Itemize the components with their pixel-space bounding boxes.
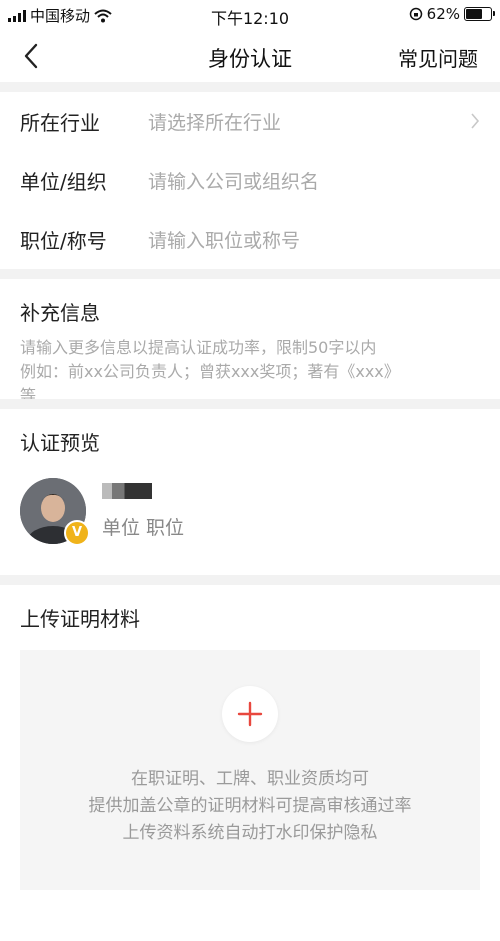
supplement-hint-line1: 请输入更多信息以提高认证成功率，限制50字以内 [20, 338, 377, 357]
status-bar: 中国移动 下午12:10 62% [0, 0, 500, 30]
organization-input[interactable]: 请输入公司或组织名 [148, 167, 319, 194]
position-label: 职位/称号 [20, 229, 107, 253]
faq-link[interactable]: 常见问题 [398, 43, 478, 72]
preview-title: 认证预览 [20, 431, 100, 455]
supplement-section: 补充信息 请输入更多信息以提高认证成功率，限制50字以内 例如：前xx公司负责人… [0, 279, 500, 399]
position-input[interactable]: 请输入职位或称号 [148, 226, 300, 253]
status-right: 62% [409, 5, 495, 23]
industry-select[interactable]: 请选择所在行业 [148, 108, 281, 135]
plus-icon [237, 701, 263, 727]
name-redacted [102, 482, 152, 499]
upload-title: 上传证明材料 [20, 607, 140, 631]
form-card: 所在行业 请选择所在行业 单位/组织 请输入公司或组织名 职位/称号 请输入职位… [0, 92, 500, 269]
supplement-hint-line3: 等 [20, 386, 37, 399]
battery-percent: 62% [426, 5, 460, 23]
rotation-lock-icon [409, 7, 422, 21]
upload-tip-2: 提供加盖公章的证明材料可提高审核通过率 [88, 796, 412, 816]
avatar: V [20, 478, 90, 546]
organization-label: 单位/组织 [20, 170, 107, 194]
industry-label: 所在行业 [20, 111, 100, 135]
verified-badge-icon: V [64, 520, 90, 546]
supplement-hint-line2: 例如：前xx公司负责人；曾获xxx奖项；著有《xxx》 [20, 362, 400, 381]
supplement-textarea[interactable]: 请输入更多信息以提高认证成功率，限制50字以内 例如：前xx公司负责人；曾获xx… [20, 336, 480, 399]
nav-bar: 身份认证 常见问题 [0, 30, 500, 82]
upload-tips: 在职证明、工牌、职业资质均可 提供加盖公章的证明材料可提高审核通过率 上传资料系… [20, 766, 480, 847]
chevron-right-icon [471, 113, 480, 129]
preview-section: 认证预览 V 单位 职位 [0, 409, 500, 575]
upload-tip-3: 上传资料系统自动打水印保护隐私 [122, 823, 378, 843]
upload-section: 上传证明材料 在职证明、工牌、职业资质均可 提供加盖公章的证明材料可提高审核通过… [0, 585, 500, 941]
upload-dropzone[interactable]: 在职证明、工牌、职业资质均可 提供加盖公章的证明材料可提高审核通过率 上传资料系… [20, 650, 480, 890]
preview-info: 单位 职位 [102, 482, 185, 540]
supplement-title: 补充信息 [20, 301, 100, 325]
add-upload-button[interactable] [222, 686, 278, 742]
upload-tip-1: 在职证明、工牌、职业资质均可 [131, 769, 369, 789]
preview-row: V 单位 职位 [20, 478, 480, 546]
organization-row[interactable]: 单位/组织 请输入公司或组织名 [0, 151, 500, 210]
industry-row[interactable]: 所在行业 请选择所在行业 [0, 92, 500, 151]
position-row[interactable]: 职位/称号 请输入职位或称号 [0, 210, 500, 269]
battery-icon [464, 7, 495, 21]
preview-subtitle: 单位 职位 [102, 516, 185, 539]
